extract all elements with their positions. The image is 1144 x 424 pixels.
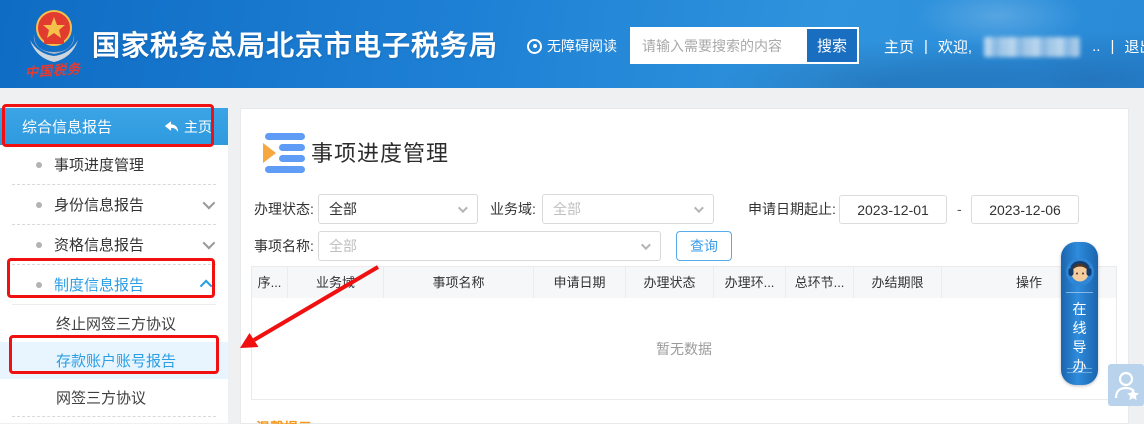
clipped-bottom-text: 温馨提示	[256, 418, 312, 424]
logout-link[interactable]: 退出	[1124, 36, 1144, 57]
service-agent-avatar	[1065, 257, 1095, 287]
bullet-icon	[36, 162, 42, 168]
sidebar-item-label: 身份信息报告	[54, 194, 144, 215]
sidebar-home-label: 主页	[184, 117, 212, 137]
national-emblem-icon	[24, 6, 84, 66]
divider	[12, 416, 216, 417]
chevron-down-icon	[203, 237, 216, 250]
item-name-select[interactable]: 全部	[318, 231, 661, 261]
empty-data-text: 暂无数据	[656, 339, 712, 359]
sidebar-header: 综合信息报告 主页	[0, 108, 228, 145]
chevron-down-icon	[203, 197, 216, 210]
list-play-icon	[261, 131, 307, 173]
column-header: 序...	[252, 267, 288, 298]
item-name-select-value: 全部	[329, 236, 357, 256]
column-header: 总环节...	[786, 267, 854, 298]
accessibility-label: 无障碍阅读	[547, 36, 617, 56]
column-header: 办理环...	[714, 267, 786, 298]
sidebar-item-qualification[interactable]: 资格信息报告	[0, 225, 228, 264]
sidebar-subitem-label: 存款账户账号报告	[56, 350, 176, 371]
sidebar-item-progress[interactable]: 事项进度管理	[0, 145, 228, 184]
table-header-row: 序... 业务域 事项名称 申请日期 办理状态 办理环... 总环节... 办结…	[252, 267, 1116, 298]
status-filter-label: 办理状态:	[254, 194, 314, 224]
column-header: 业务域	[288, 267, 384, 298]
sidebar-title: 综合信息报告	[22, 116, 112, 137]
column-header: 申请日期	[534, 267, 626, 298]
date-to-input[interactable]: 2023-12-06	[971, 195, 1079, 224]
accessibility-reading-link[interactable]: 无障碍阅读	[527, 36, 617, 56]
column-header: 办结期限	[854, 267, 942, 298]
nav-divider: |	[924, 38, 928, 55]
accessibility-eye-icon	[527, 39, 542, 54]
bullet-icon	[36, 202, 42, 208]
main-content: 事项进度管理 办理状态: 全部 业务域: 全部 申请日期起止: 2023-12-…	[240, 108, 1129, 424]
domain-select-value: 全部	[553, 199, 581, 219]
search-button[interactable]: 搜索	[807, 29, 857, 62]
sidebar-subitem-terminate-agreement[interactable]: 终止网签三方协议	[0, 305, 228, 342]
column-header: 办理状态	[626, 267, 714, 298]
sidebar-subitem-label: 终止网签三方协议	[56, 313, 176, 334]
domain-filter-label: 业务域:	[490, 194, 536, 224]
page-title-text: 事项进度管理	[311, 136, 449, 168]
sidebar-item-identity[interactable]: 身份信息报告	[0, 185, 228, 224]
sidebar-item-system-info[interactable]: 制度信息报告	[0, 265, 228, 304]
sidebar-item-label: 资格信息报告	[54, 234, 144, 255]
welcome-name-redacted	[984, 37, 1080, 57]
query-button[interactable]: 查询	[676, 231, 732, 261]
bullet-icon	[36, 242, 42, 248]
date-range-label: 申请日期起止:	[748, 194, 836, 224]
page-title: 事项进度管理	[261, 131, 449, 173]
chevron-down-icon	[694, 203, 704, 213]
user-favorite-widget[interactable]	[1108, 364, 1144, 406]
date-to-value: 2023-12-06	[989, 202, 1061, 218]
domain-select[interactable]: 全部	[542, 194, 714, 224]
online-guide-widget[interactable]: 在线导办	[1061, 242, 1098, 385]
top-banner: 中国税务 国家税务总局北京市电子税务局 无障碍阅读 搜索 主页 | 欢迎, ..…	[0, 0, 1144, 88]
divider	[1067, 368, 1092, 369]
results-table: 序... 业务域 事项名称 申请日期 办理状态 办理环... 总环节... 办结…	[251, 266, 1117, 400]
date-dash: -	[957, 195, 962, 224]
sidebar-item-label: 制度信息报告	[54, 274, 144, 295]
person-star-icon	[1112, 369, 1140, 401]
divider	[1066, 292, 1093, 293]
date-from-input[interactable]: 2023-12-01	[839, 195, 947, 224]
top-nav: 主页 | 欢迎, .. | 退出	[884, 36, 1144, 57]
welcome-label: 欢迎,	[938, 36, 972, 57]
search-input[interactable]	[632, 29, 807, 62]
chevron-down-icon	[458, 203, 468, 213]
back-arrow-icon	[164, 120, 179, 133]
welcome-suffix: ..	[1092, 38, 1100, 55]
date-from-value: 2023-12-01	[857, 202, 929, 218]
status-select-value: 全部	[329, 199, 357, 219]
site-search: 搜索	[630, 27, 859, 64]
site-title: 国家税务总局北京市电子税务局	[92, 24, 498, 64]
column-header: 事项名称	[384, 267, 534, 298]
sidebar-subitem-label: 网签三方协议	[56, 387, 146, 408]
item-name-filter-label: 事项名称:	[254, 231, 314, 261]
table-empty-state: 暂无数据	[252, 298, 1116, 399]
bullet-icon	[36, 282, 42, 288]
sidebar: 综合信息报告 主页 事项进度管理 身份信息报告 资格信息报告 制度信息报告 终止…	[0, 108, 228, 423]
status-select[interactable]: 全部	[318, 194, 478, 224]
sidebar-subitem-online-agreement[interactable]: 网签三方协议	[0, 379, 228, 416]
nav-home-link[interactable]: 主页	[884, 36, 914, 57]
chevron-up-icon	[200, 280, 213, 293]
nav-divider: |	[1110, 38, 1114, 55]
sidebar-subitem-deposit-account-report[interactable]: 存款账户账号报告	[0, 342, 228, 379]
sidebar-home-link[interactable]: 主页	[164, 117, 212, 137]
divider	[1067, 372, 1092, 373]
chevron-down-icon	[641, 240, 651, 250]
sidebar-item-label: 事项进度管理	[54, 154, 144, 175]
online-guide-label: 在线导办	[1061, 300, 1098, 376]
